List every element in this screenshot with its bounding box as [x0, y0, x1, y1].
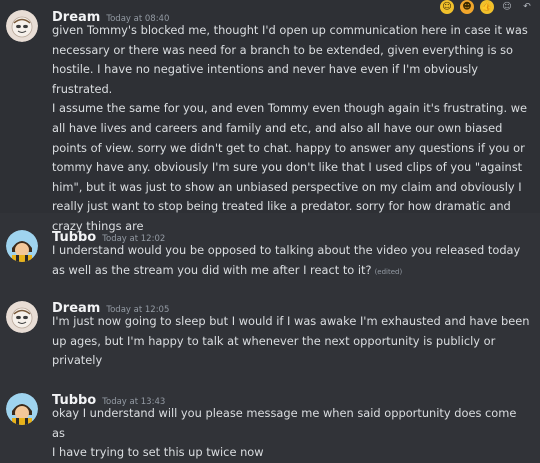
avatar-dream[interactable] — [6, 10, 38, 42]
message-content: I'm just now going to sleep but I would … — [52, 312, 532, 371]
message-line: all have lives and careers and family an… — [52, 120, 503, 135]
message-line: as well as the stream you did with me af… — [52, 261, 532, 283]
chat-message-list: ☺ ☻ 👍 ☺ ↶ Dream Today at 08:40 given Tomm… — [0, 0, 540, 459]
reply-icon[interactable]: ☺ — [500, 0, 514, 14]
message-line: up ages, but I'm happy to talk at whenev… — [52, 333, 496, 348]
message-line: tommy have any. obviously I'm sure you d… — [52, 160, 523, 175]
message-line: given Tommy's blocked me, thought I'd op… — [52, 23, 528, 37]
message-line: I assume the same for you, and even Tomm… — [52, 101, 528, 116]
avatar-dream[interactable] — [6, 301, 38, 333]
message-line: necessary or there was need for a branch… — [52, 42, 514, 57]
avatar-tubbo[interactable] — [6, 393, 38, 425]
message-content: okay I understand will you please messag… — [52, 404, 532, 463]
message-line: privately — [52, 353, 103, 368]
edited-label: (edited) — [374, 267, 403, 276]
message-line: I have trying to set this up twice now — [52, 445, 264, 460]
add-reaction-icon[interactable]: ☺ — [440, 0, 454, 14]
message-line: really just want to stop being treated l… — [52, 199, 511, 214]
message-line: I'm just now going to sleep but I would … — [52, 314, 530, 328]
message-content: given Tommy's blocked me, thought I'd op… — [52, 21, 532, 237]
emoji-icon[interactable]: ☻ — [460, 0, 474, 14]
avatar-tubbo[interactable] — [6, 230, 38, 262]
message-line-text: as well as the stream you did with me af… — [52, 262, 372, 277]
more-icon[interactable]: ↶ — [520, 0, 534, 14]
message-content: I understand would you be opposed to tal… — [52, 241, 532, 282]
message-line: I understand would you be opposed to tal… — [52, 243, 521, 257]
message-line: points of view. sorry we didn't get to c… — [52, 140, 525, 155]
message-line: hostile. I have no negative intentions a… — [52, 62, 479, 96]
thumbs-up-icon[interactable]: 👍 — [480, 0, 494, 14]
message-line: okay I understand will you please messag… — [52, 406, 517, 440]
message-line: him", but it was just to show an unbiase… — [52, 179, 522, 194]
message-hover-toolbar: ☺ ☻ 👍 ☺ ↶ — [440, 0, 534, 14]
